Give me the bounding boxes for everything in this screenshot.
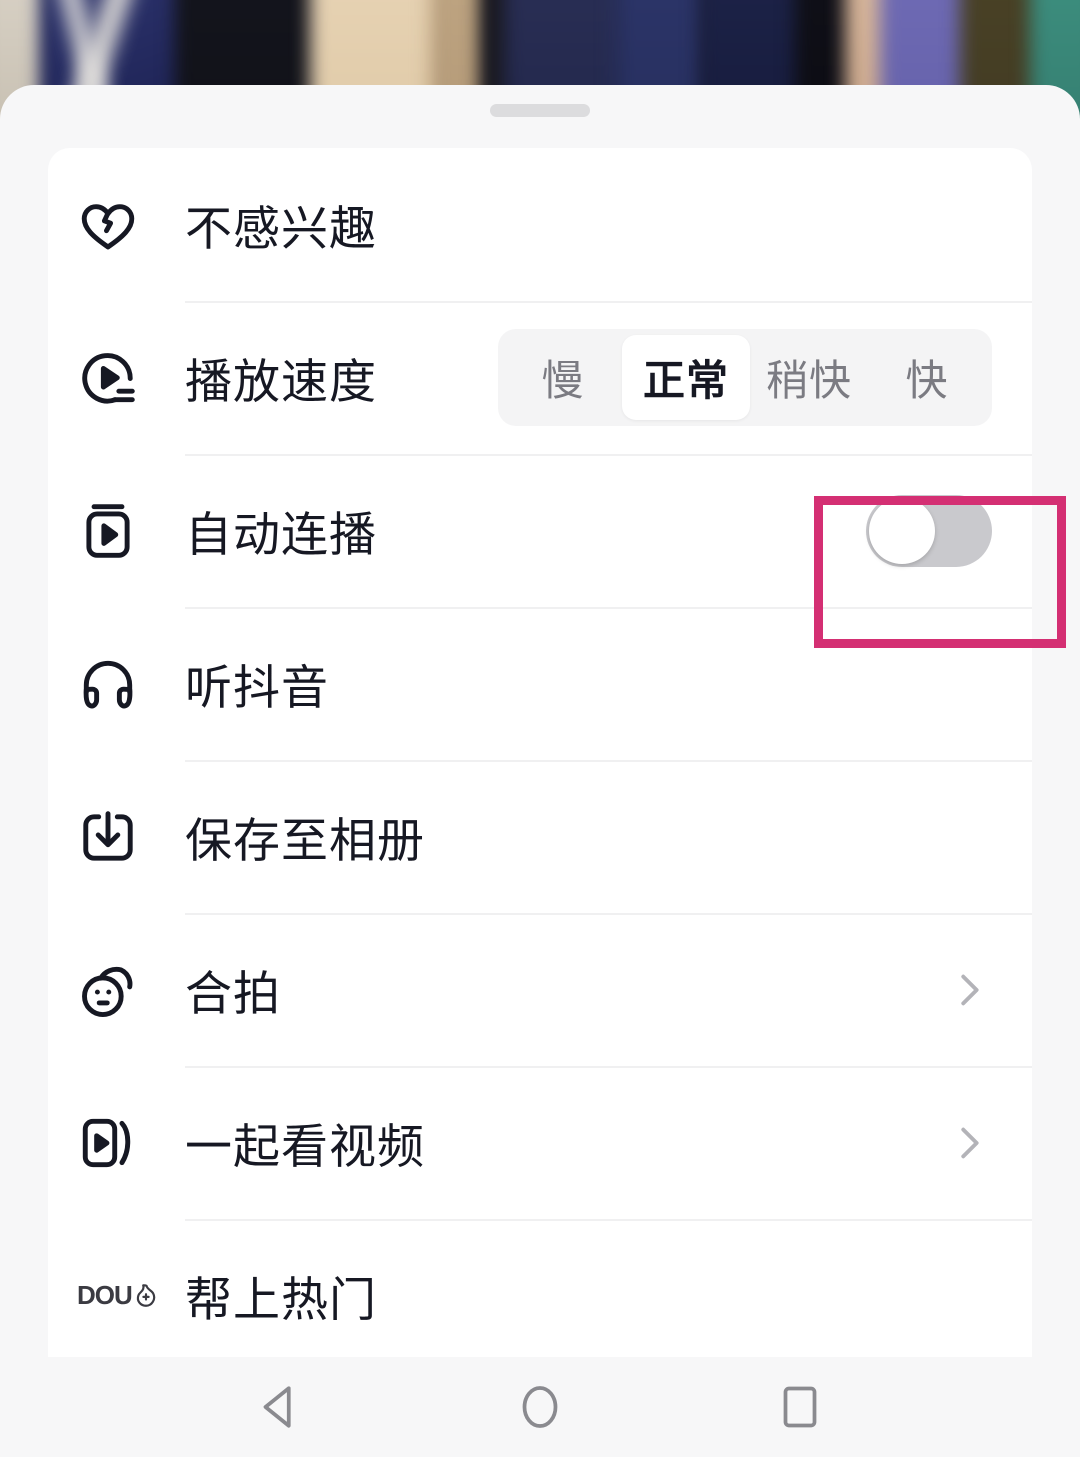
auto-play-toggle[interactable] — [866, 494, 992, 567]
chevron-right-icon[interactable] — [946, 1120, 992, 1166]
menu-item-label: 播放速度 — [185, 355, 377, 408]
menu-item-duet[interactable]: 合拍 — [48, 913, 1032, 1066]
android-navigation-bar — [0, 1357, 1080, 1457]
menu-item-watch-together[interactable]: 一起看视频 — [48, 1066, 1032, 1219]
auto-play-icon — [77, 500, 185, 562]
playback-speed-segmented-control[interactable]: 慢 正常 稍快 快 — [497, 329, 992, 426]
speed-option-normal[interactable]: 正常 — [621, 335, 750, 420]
menu-item-label: 一起看视频 — [185, 1120, 425, 1173]
play-speed-icon — [77, 347, 185, 409]
speed-option-slow[interactable]: 慢 — [504, 335, 622, 420]
watch-together-icon — [77, 1112, 185, 1174]
duet-face-icon — [77, 959, 185, 1021]
phone-screen: 不感兴趣 播放速度 慢 正常 稍快 快 自动连播 听抖音 保存至相册 合拍 一起… — [0, 0, 1080, 1457]
recents-square-icon[interactable] — [755, 1362, 845, 1452]
broken-heart-icon — [77, 194, 185, 256]
menu-item-playback-speed[interactable]: 播放速度 慢 正常 稍快 快 — [48, 301, 1032, 454]
chevron-right-icon[interactable] — [946, 967, 992, 1013]
menu-item-label: 自动连播 — [185, 508, 377, 561]
menu-item-not-interested[interactable]: 不感兴趣 — [48, 148, 1032, 301]
options-card: 不感兴趣 播放速度 慢 正常 稍快 快 自动连播 听抖音 保存至相册 合拍 一起… — [48, 148, 1032, 1357]
back-triangle-icon[interactable] — [235, 1362, 325, 1452]
menu-item-label: 合拍 — [185, 967, 281, 1020]
menu-item-label: 听抖音 — [185, 661, 329, 714]
menu-item-listen-douyin[interactable]: 听抖音 — [48, 607, 1032, 760]
menu-item-label: 保存至相册 — [185, 814, 425, 867]
toggle-knob — [869, 497, 935, 564]
menu-item-label: 不感兴趣 — [185, 202, 377, 255]
download-icon — [77, 806, 185, 868]
dou-plus-icon: DOU — [77, 1280, 185, 1311]
sheet-drag-handle[interactable] — [490, 104, 590, 117]
menu-item-save-to-album[interactable]: 保存至相册 — [48, 760, 1032, 913]
menu-item-auto-play-next[interactable]: 自动连播 — [48, 454, 1032, 607]
menu-item-promote-trending[interactable]: DOU 帮上热门 — [48, 1219, 1032, 1357]
home-circle-icon[interactable] — [495, 1362, 585, 1452]
speed-option-fast[interactable]: 稍快 — [750, 335, 868, 420]
options-bottom-sheet: 不感兴趣 播放速度 慢 正常 稍快 快 自动连播 听抖音 保存至相册 合拍 一起… — [0, 85, 1080, 1357]
headphones-icon — [77, 653, 185, 715]
dou-plus-text: DOU — [77, 1280, 133, 1310]
speed-option-fastest[interactable]: 快 — [868, 335, 986, 420]
menu-item-label: 帮上热门 — [185, 1273, 377, 1326]
